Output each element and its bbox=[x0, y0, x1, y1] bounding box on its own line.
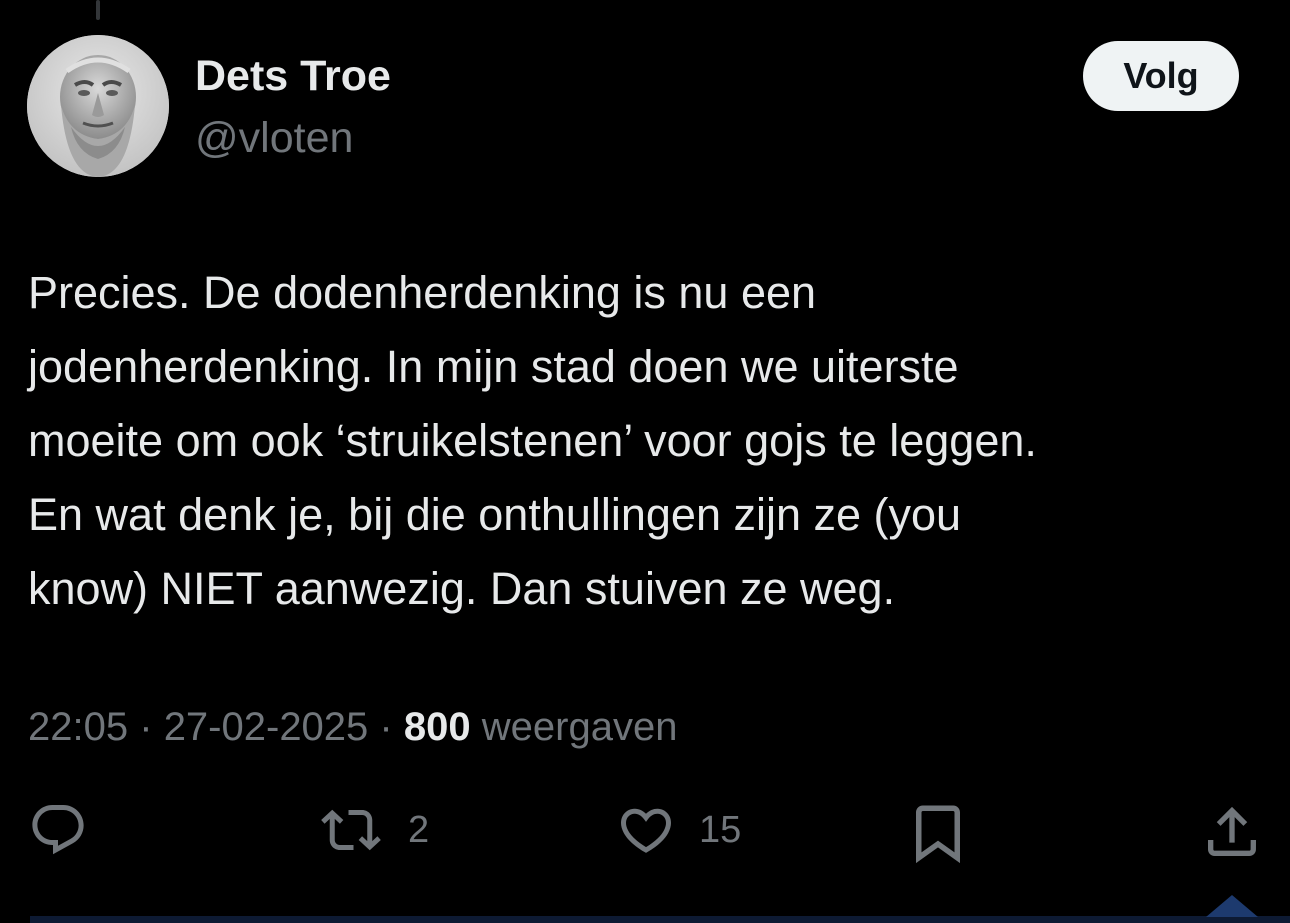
share-button[interactable] bbox=[1200, 800, 1264, 864]
avatar[interactable] bbox=[27, 35, 169, 177]
tweet-metadata: 22:05 · 27-02-2025 · 800 weergaven bbox=[28, 702, 677, 752]
views-label: weergaven bbox=[481, 705, 678, 749]
follow-button[interactable]: Volg bbox=[1083, 41, 1239, 111]
reply-bubble-icon bbox=[32, 805, 84, 855]
retweet-button[interactable]: 2 bbox=[316, 800, 429, 860]
scroll-indicator-tab bbox=[1206, 895, 1258, 917]
tweet-text-line: Precies. De dodenherdenking is nu een bbox=[28, 267, 817, 318]
tweet-text-line: En wat denk je, bij die onthullingen zij… bbox=[28, 489, 962, 540]
tweet-text: Precies. De dodenherdenking is nu een jo… bbox=[28, 256, 1268, 626]
share-upload-icon bbox=[1208, 806, 1256, 856]
retweet-icon bbox=[321, 809, 381, 851]
tweet-date[interactable]: 27-02-2025 bbox=[164, 705, 369, 749]
heart-icon bbox=[620, 808, 672, 853]
views-count: 800 bbox=[403, 705, 471, 749]
author-display-name[interactable]: Dets Troe bbox=[195, 50, 391, 102]
meta-separator: · bbox=[139, 705, 153, 749]
tweet-text-line: jodenherdenking. In mijn stad doen we ui… bbox=[28, 341, 959, 392]
bottom-divider bbox=[30, 916, 1290, 923]
thread-connector-line bbox=[96, 0, 100, 20]
bust-portrait-avatar-icon bbox=[27, 35, 169, 177]
bookmark-button[interactable] bbox=[905, 800, 971, 866]
tweet-action-bar: 2 15 bbox=[0, 790, 1290, 880]
author-handle[interactable]: @vloten bbox=[195, 112, 353, 164]
bookmark-icon bbox=[916, 805, 960, 864]
tweet-text-line: know) NIET aanwezig. Dan stuiven ze weg. bbox=[28, 563, 896, 614]
like-button[interactable]: 15 bbox=[615, 800, 741, 860]
reply-button[interactable] bbox=[28, 800, 88, 860]
tweet-text-line: moeite om ook ‘struikelstenen’ voor gojs… bbox=[28, 415, 1037, 466]
retweet-count: 2 bbox=[408, 808, 430, 851]
tweet-time[interactable]: 22:05 bbox=[28, 705, 128, 749]
meta-separator: · bbox=[379, 705, 393, 749]
like-count: 15 bbox=[699, 808, 742, 851]
